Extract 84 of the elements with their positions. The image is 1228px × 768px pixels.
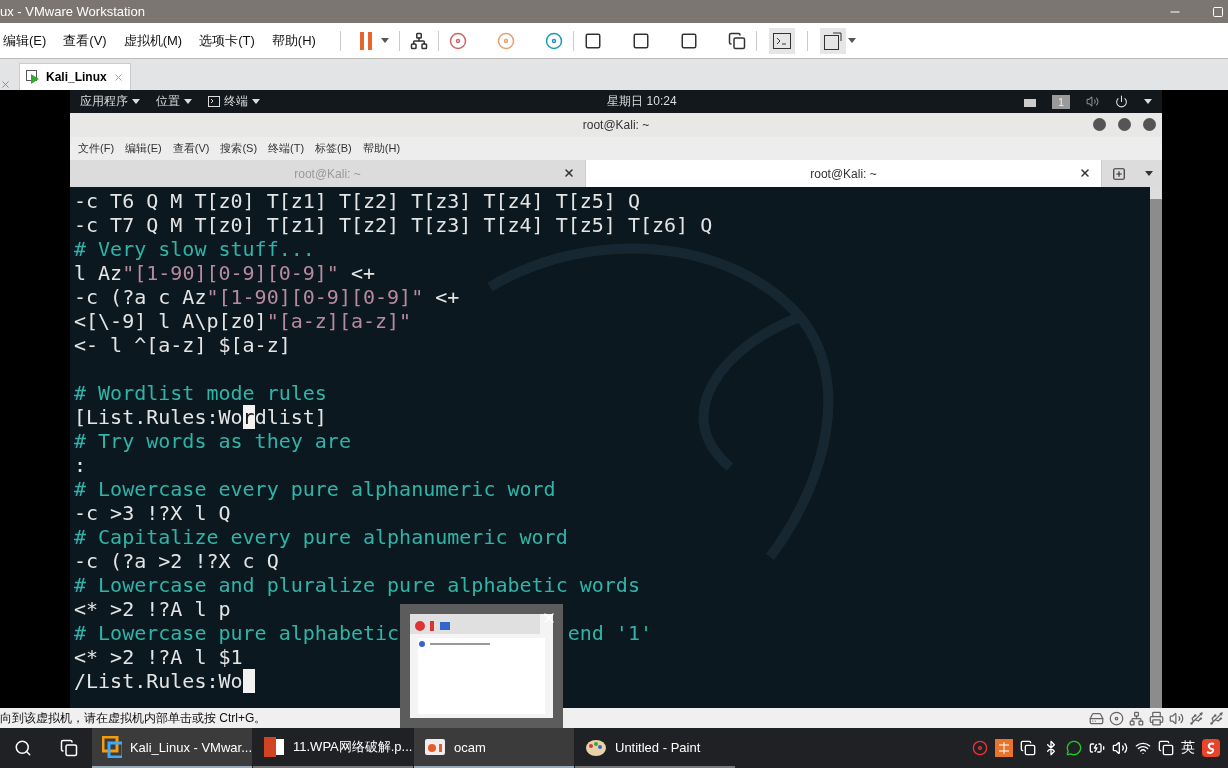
code-line: /List.Rules:Wo xyxy=(74,669,255,693)
cd-icon[interactable] xyxy=(1109,710,1124,726)
top-bar-menu[interactable]: 应用程序 xyxy=(80,93,140,110)
scrollbar[interactable] xyxy=(1150,187,1162,708)
code-line: # Capitalize every pure alphanumeric word xyxy=(74,525,568,549)
window-title: ux - VMware Workstation xyxy=(0,4,145,19)
wifi-icon[interactable] xyxy=(1135,740,1151,756)
power-icon[interactable] xyxy=(1115,95,1128,108)
terminal-title: root@Kali: ~ xyxy=(582,118,650,132)
caret-icon xyxy=(1144,171,1153,176)
search-icon[interactable] xyxy=(14,739,32,757)
menu-item[interactable]: 查看(V) xyxy=(172,141,210,156)
top-bar-menu[interactable]: 位置 xyxy=(156,93,192,110)
terminal-icon xyxy=(208,96,220,107)
code-line: # Try words as they are xyxy=(74,429,351,453)
caret-icon xyxy=(132,99,140,104)
usb-icon[interactable] xyxy=(1189,710,1204,726)
caret-icon xyxy=(1144,99,1152,104)
app-icon xyxy=(102,736,122,758)
caret-icon xyxy=(380,38,389,43)
volume-icon[interactable] xyxy=(1112,740,1128,756)
app-icon xyxy=(263,736,285,758)
new-tab-icon[interactable] xyxy=(1111,166,1126,181)
menu-item[interactable]: 选项卡(T) xyxy=(196,31,263,50)
vm-icon xyxy=(26,70,40,84)
taskbar-item[interactable]: Untitled - Paint xyxy=(575,728,735,768)
sound-icon[interactable] xyxy=(1169,710,1184,726)
code-line: <[\-9] l A\p[z0]"[a-z][a-z]" xyxy=(74,309,412,333)
code-line: -c >3 !?X l Q xyxy=(74,501,231,525)
close-icon[interactable] xyxy=(1079,167,1091,179)
clock[interactable]: 星期日 10:24 xyxy=(607,93,677,110)
taskbar-item[interactable]: ocam xyxy=(414,728,574,768)
stretch-icon[interactable] xyxy=(819,27,846,54)
minimize-icon[interactable] xyxy=(1093,118,1106,131)
code-line: # Very slow stuff... xyxy=(74,237,315,261)
caret-icon xyxy=(847,38,856,43)
top-bar-menu[interactable]: 终端 xyxy=(208,93,260,110)
code-line: # Lowercase and pluralize pure alphabetic words xyxy=(74,573,640,597)
input-method-icon[interactable] xyxy=(1202,739,1220,757)
caret-icon xyxy=(184,99,192,104)
menu-item[interactable]: 搜索(S) xyxy=(220,141,258,156)
printer-icon[interactable] xyxy=(1149,710,1164,726)
status-hint: 向到该虚拟机，请在虚拟机内部单击或按 Ctrl+G。 xyxy=(0,709,267,727)
code-line: : xyxy=(74,453,87,477)
taskbar-preview[interactable] xyxy=(400,604,563,728)
vm-tab[interactable]: Kali_Linux xyxy=(19,63,131,90)
code-line: -c T6 Q M T[z0] T[z1] T[z2] T[z3] T[z4] T[z5] Q xyxy=(74,189,640,213)
menu-item[interactable]: 标签(B) xyxy=(315,141,352,156)
code-line: <- l ^[a-z] $[a-z] xyxy=(74,333,291,357)
maximize-icon[interactable] xyxy=(1118,118,1131,131)
battery-icon[interactable] xyxy=(1089,740,1105,756)
console-icon[interactable] xyxy=(768,27,795,54)
menu-item[interactable]: 帮助(H) xyxy=(362,141,401,156)
code-line: -c (?a >2 !?X c Q xyxy=(74,549,279,573)
menu-item[interactable]: 虚拟机(M) xyxy=(120,31,191,50)
code-line: <* >2 !?A l $1 xyxy=(74,645,243,669)
input-language[interactable]: 英 xyxy=(1181,739,1195,757)
code-line: [List.Rules:Wordlist] xyxy=(74,405,327,429)
record-icon[interactable] xyxy=(972,740,988,756)
terminal-tab[interactable]: root@Kali: ~ xyxy=(586,160,1102,187)
close-icon[interactable] xyxy=(1143,118,1156,131)
code-line: # Lowercase every pure alphanumeric word xyxy=(74,477,556,501)
code-line: l Az"[1-90][0-9][0-9]" <+ xyxy=(74,261,376,285)
task-view-icon[interactable] xyxy=(60,739,78,757)
maximize-icon[interactable] xyxy=(1212,5,1224,18)
code-line: -c T7 Q M T[z0] T[z1] T[z2] T[z3] T[z4] T[z5] T[z6] Q xyxy=(74,213,713,237)
menu-item[interactable]: 编辑(E) xyxy=(125,141,162,156)
menu-item[interactable]: 帮助(H) xyxy=(268,31,324,50)
menu-item[interactable]: 终端(T) xyxy=(268,141,305,156)
network-icon[interactable] xyxy=(1129,710,1144,726)
chat-icon[interactable] xyxy=(1066,740,1082,756)
close-icon[interactable] xyxy=(563,167,575,179)
menu-item[interactable]: 文件(F) xyxy=(78,141,115,156)
taskbar-item[interactable]: 11.WPA网络破解.p... xyxy=(253,728,413,768)
usb-icon[interactable] xyxy=(1209,710,1224,726)
menu-item[interactable]: 查看(V) xyxy=(60,31,115,50)
taskbar-item[interactable]: Kali_Linux - VMwar... xyxy=(92,728,252,768)
menu-item[interactable]: 编辑(E) xyxy=(0,31,55,50)
code-line: -c (?a c Az"[1-90][0-9][0-9]" <+ xyxy=(74,285,460,309)
app-icon xyxy=(424,736,446,758)
code-line: # Wordlist mode rules xyxy=(74,381,327,405)
caret-icon xyxy=(252,99,260,104)
code-line: # Lowercase pure alphabetic end '1' xyxy=(74,621,652,645)
code-line: <* >2 !?A l p xyxy=(74,597,231,621)
